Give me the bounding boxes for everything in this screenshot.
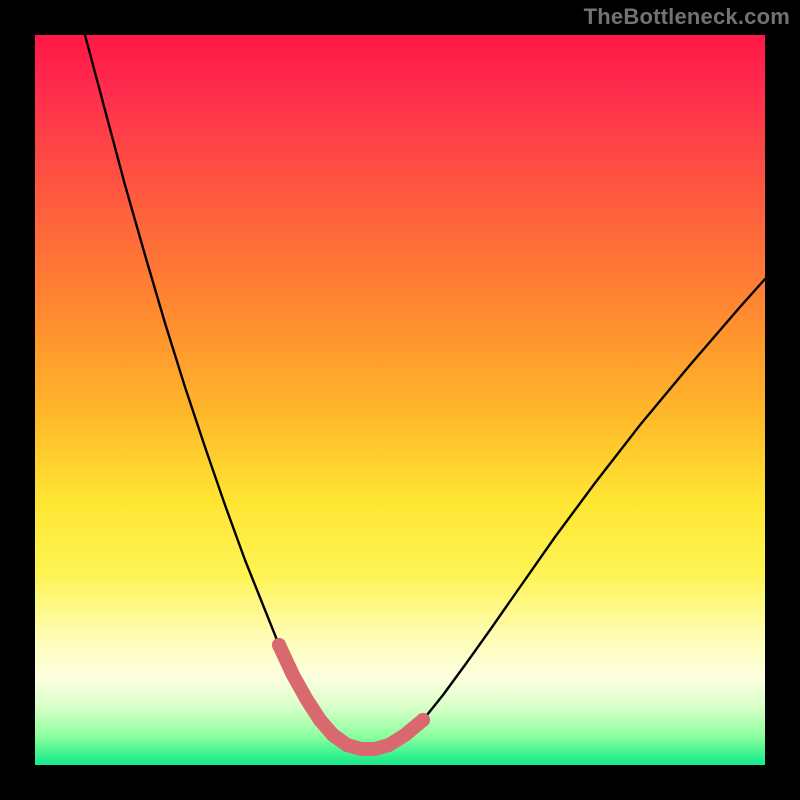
- chart-svg: [35, 35, 765, 765]
- curve-highlight: [279, 645, 423, 749]
- chart-frame: TheBottleneck.com: [0, 0, 800, 800]
- series-group: [85, 35, 765, 749]
- watermark-label: TheBottleneck.com: [584, 4, 790, 30]
- curve-main: [85, 35, 765, 749]
- plot-area: [35, 35, 765, 765]
- curve-highlight-endcap: [416, 713, 430, 727]
- curve-highlight-endcap: [272, 638, 286, 652]
